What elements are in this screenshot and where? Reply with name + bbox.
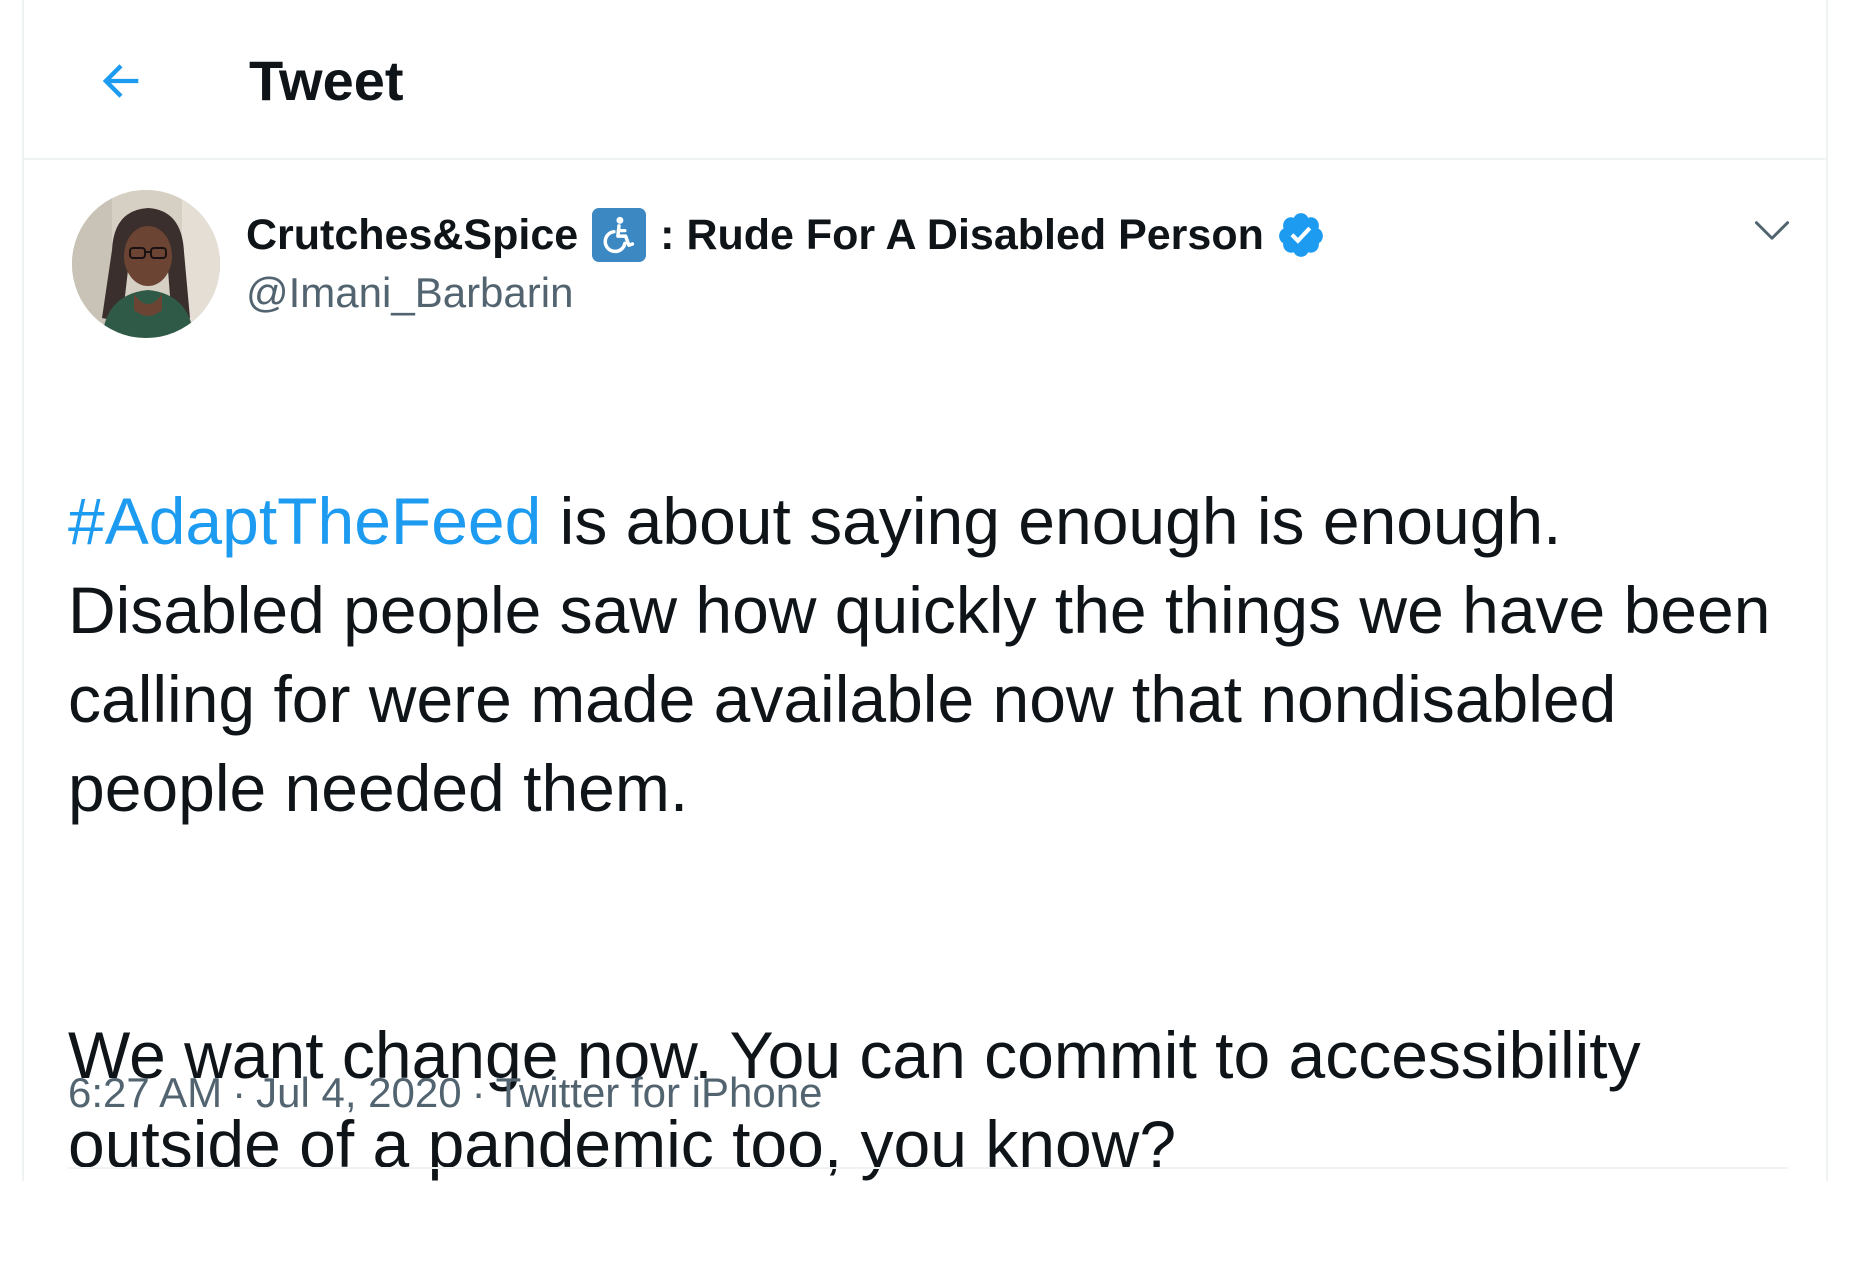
wheelchair-symbol-icon <box>592 208 647 262</box>
tweet-date[interactable]: Jul 4, 2020 <box>256 1069 462 1116</box>
tweet-paragraph: #AdaptTheFeed is about saying enough is … <box>68 477 1788 833</box>
author-name[interactable]: Crutches&Spice : Rude For A Disabled Per… <box>246 207 1326 263</box>
arrow-left-icon <box>102 64 139 98</box>
display-name-suffix: : Rude For A Disabled Person <box>660 211 1264 259</box>
tweet-text: #AdaptTheFeed is about saying enough is … <box>68 388 1788 1278</box>
avatar-image <box>72 190 220 338</box>
chevron-down-icon <box>1754 221 1790 240</box>
tweet-source[interactable]: Twitter for iPhone <box>496 1069 823 1116</box>
avatar[interactable] <box>72 190 220 338</box>
tweet-page: Tweet Crutches&Spice: Rude For A Disabl… <box>22 0 1828 1181</box>
tweet-meta: 6:27 AM · Jul 4, 2020 · Twitter for iPhone <box>68 1065 822 1121</box>
verified-badge-icon <box>1276 210 1326 260</box>
author-handle[interactable]: @Imani_Barbarin <box>246 265 573 321</box>
header-bar: Tweet <box>24 0 1826 160</box>
back-button[interactable] <box>86 46 156 116</box>
page-title: Tweet <box>249 49 404 112</box>
meta-separator: · <box>232 1069 247 1116</box>
tweet-time[interactable]: 6:27 AM <box>68 1069 222 1116</box>
meta-separator: · <box>471 1069 486 1116</box>
divider <box>68 1167 1788 1169</box>
hashtag-link[interactable]: #AdaptTheFeed <box>68 484 541 558</box>
display-name: Crutches&Spice <box>246 211 579 259</box>
more-options-button[interactable] <box>1742 200 1802 260</box>
